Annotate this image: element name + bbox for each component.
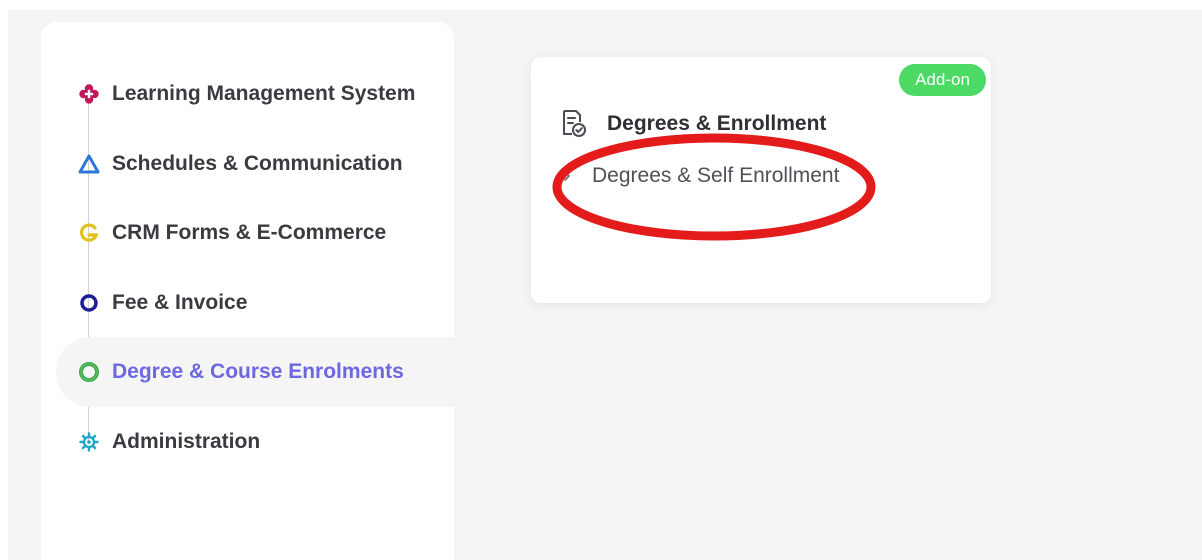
module-sidebar: Learning Management System Schedules & C… <box>41 22 454 560</box>
sidebar-item-label: CRM Forms & E-Commerce <box>112 221 387 244</box>
sidebar-item-label: Schedules & Communication <box>112 152 403 175</box>
add-on-badge: Add-on <box>899 64 986 96</box>
sidebar-item-schedules-communication[interactable]: Schedules & Communication <box>56 129 454 199</box>
triangle-icon <box>77 152 101 176</box>
crm-g-icon <box>77 221 101 245</box>
ring-icon <box>77 291 101 315</box>
sidebar-item-label: Learning Management System <box>112 82 416 105</box>
screen: Learning Management System Schedules & C… <box>0 0 1202 560</box>
sidebar-item-label: Administration <box>112 430 261 453</box>
sidebar-item-administration[interactable]: Administration <box>56 407 454 477</box>
sidebar-item-crm-forms-ecommerce[interactable]: CRM Forms & E-Commerce <box>56 198 454 268</box>
chevron-right-icon <box>564 171 570 181</box>
degrees-self-enrollment-link[interactable]: Degrees & Self Enrollment <box>561 164 839 188</box>
document-check-icon <box>563 110 586 137</box>
card-link-label: Degrees & Self Enrollment <box>592 164 840 187</box>
card-header: Degrees & Enrollment <box>559 109 826 139</box>
card-title: Degrees & Enrollment <box>607 112 827 135</box>
sidebar-item-label: Degree & Course Enrolments <box>112 360 404 383</box>
gear-icon <box>77 430 101 454</box>
degrees-enrollment-card: Add-on Degrees & Enrollment Degrees & Se… <box>531 57 991 303</box>
sidebar-item-learning-management-system[interactable]: Learning Management System <box>56 59 454 129</box>
sidebar-item-label: Fee & Invoice <box>112 291 248 314</box>
lms-flower-icon <box>77 82 101 106</box>
sidebar-item-degree-course-enrolments[interactable]: Degree & Course Enrolments <box>56 337 454 407</box>
green-ring-icon <box>77 360 101 384</box>
sidebar-item-fee-invoice[interactable]: Fee & Invoice <box>56 268 454 338</box>
